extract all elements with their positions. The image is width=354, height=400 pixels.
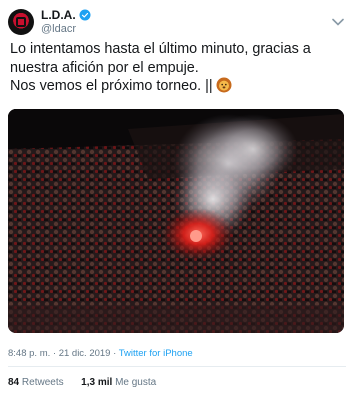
tweet-text: Lo intentamos hasta el último minuto, gr…	[10, 40, 348, 99]
stadium-flare-photo	[8, 109, 344, 333]
tweet-text-line2: Nos vemos el próximo torneo. ||	[10, 77, 348, 99]
club-crest-icon	[16, 17, 26, 27]
chevron-down-icon[interactable]	[332, 18, 344, 26]
tweet-source-link[interactable]: Twitter for iPhone	[119, 348, 193, 359]
tweet-date[interactable]: 21 dic. 2019	[59, 348, 111, 359]
tweet-card: L.D.A. @ldacr Lo intentamos hasta el últ…	[0, 0, 354, 400]
tweet-image[interactable]	[8, 109, 344, 333]
verified-badge-icon	[79, 9, 91, 21]
retweets-label: Retweets	[21, 377, 64, 388]
likes-stat[interactable]: 1,3 mil Me gusta	[81, 377, 156, 388]
tweet-header: L.D.A. @ldacr	[8, 6, 346, 38]
likes-count: 1,3 mil	[81, 377, 113, 388]
tweet-text-line2-content: Nos vemos el próximo torneo. ||	[10, 78, 213, 94]
meta-separator: ·	[52, 348, 57, 359]
tweet-meta: 8:48 p. m. · 21 dic. 2019 · Twitter for …	[8, 348, 193, 359]
tweet-time[interactable]: 8:48 p. m.	[8, 348, 50, 359]
retweets-count: 84	[8, 377, 20, 388]
display-name[interactable]: L.D.A.	[41, 8, 76, 22]
retweets-stat[interactable]: 84 Retweets	[8, 377, 64, 388]
divider	[8, 366, 346, 367]
tweet-stats: 84 Retweets 1,3 mil Me gusta	[8, 377, 156, 388]
author-names: L.D.A. @ldacr	[41, 8, 91, 36]
meta-separator-2: ·	[113, 348, 117, 359]
lion-face-icon	[216, 77, 232, 99]
likes-label: Me gusta	[115, 377, 157, 388]
handle[interactable]: @ldacr	[41, 22, 91, 36]
avatar[interactable]	[8, 9, 34, 35]
tweet-text-line1: Lo intentamos hasta el último minuto, gr…	[10, 41, 311, 76]
